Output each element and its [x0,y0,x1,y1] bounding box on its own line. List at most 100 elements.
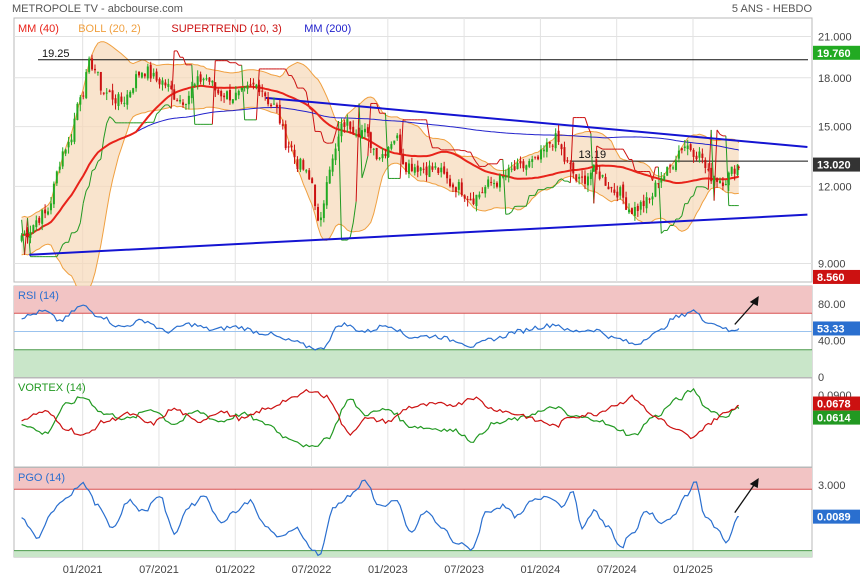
candle-body [129,91,132,98]
candle-body [137,71,140,76]
candle-body [390,144,393,149]
candle-body [484,187,487,194]
candle-body [281,124,284,126]
candle-body [610,187,613,189]
candle-body [510,168,513,170]
candle-body [419,167,422,171]
candle-body [393,140,396,144]
candle-body [346,119,349,126]
candle-body [41,210,44,224]
candle-body [733,168,736,174]
candle-body [557,130,560,143]
candle-body [642,200,645,207]
candle-body [305,170,308,172]
candle-body [372,148,375,150]
supertrend-segment [176,50,181,58]
candle-body [607,186,610,190]
candle-body [363,128,366,133]
pgo-oversold-zone [14,550,812,557]
candle-body [143,73,146,77]
candle-body [61,151,64,167]
candle-body [630,208,633,215]
supertrend-segment [464,150,468,153]
candle-body [718,180,721,184]
candle-body [85,72,88,99]
supertrend-segment [144,121,148,124]
candle-body [387,146,390,158]
candle-body [454,187,457,193]
supertrend-segment [584,117,589,127]
candle-body [402,155,405,165]
price-y-tick: 12.000 [818,181,852,193]
candle-body [261,90,264,92]
candle-body [99,71,102,91]
candle-body [554,133,557,149]
candle-body [727,172,730,186]
candle-body [161,80,164,85]
price-panel: 19.2513.19MM (40) BOLL (20, 2) SUPERTREND … [14,23,812,291]
candle-body [322,203,325,219]
candle-body [352,126,355,134]
candle [76,102,79,121]
candle-body [616,191,619,198]
candle-body [422,168,425,170]
candle-body [449,178,452,187]
candle [73,112,76,145]
candle-body [334,148,337,161]
candle-body [586,176,589,186]
candle-body [102,92,105,94]
candle-body [91,58,94,70]
candle-body [592,164,595,172]
candle-body [35,220,38,228]
candle-body [645,197,648,209]
candle-body [440,167,443,173]
candle-body [737,166,740,168]
vortex-line [21,388,739,440]
candle-body [179,99,182,102]
candle-body [366,127,369,134]
candle [654,180,657,198]
candle-body [695,155,698,160]
candle-body [284,124,287,149]
candle-body [67,141,70,148]
supertrend-segment [426,119,430,138]
candle-body [672,167,675,169]
candle-body [152,72,155,77]
candle-body [443,166,446,174]
candle-body [243,86,246,89]
candle [592,164,595,172]
candle-body [223,95,226,98]
candle [88,56,91,74]
candle-body [378,157,381,159]
candle-body [111,90,114,100]
candle-body [58,166,61,170]
candle-body [475,194,478,206]
candle-body [698,151,701,158]
candle-body [158,79,161,85]
candle-body [560,144,563,150]
candle-body [343,122,346,127]
candle-body [466,199,469,201]
candle-body [199,74,202,82]
candle-body [328,169,331,184]
candle-body [666,167,669,176]
candle-body [457,182,460,190]
candle-body [478,194,481,198]
candle-body [531,159,534,162]
candle-body [358,133,361,137]
candle-body [220,91,223,97]
candle-body [272,103,275,105]
candle-body [680,148,683,151]
candle-body [545,142,548,152]
candle-body [504,175,507,178]
candle-body [123,102,126,104]
candle [226,90,229,100]
candle-body [64,149,67,154]
candle-body [628,209,631,213]
candle-body [325,182,328,206]
candle-body [498,175,501,188]
candle-body [316,207,319,221]
candle-body [674,160,677,170]
level-label: 19.25 [42,48,70,60]
candle-body [663,176,666,181]
